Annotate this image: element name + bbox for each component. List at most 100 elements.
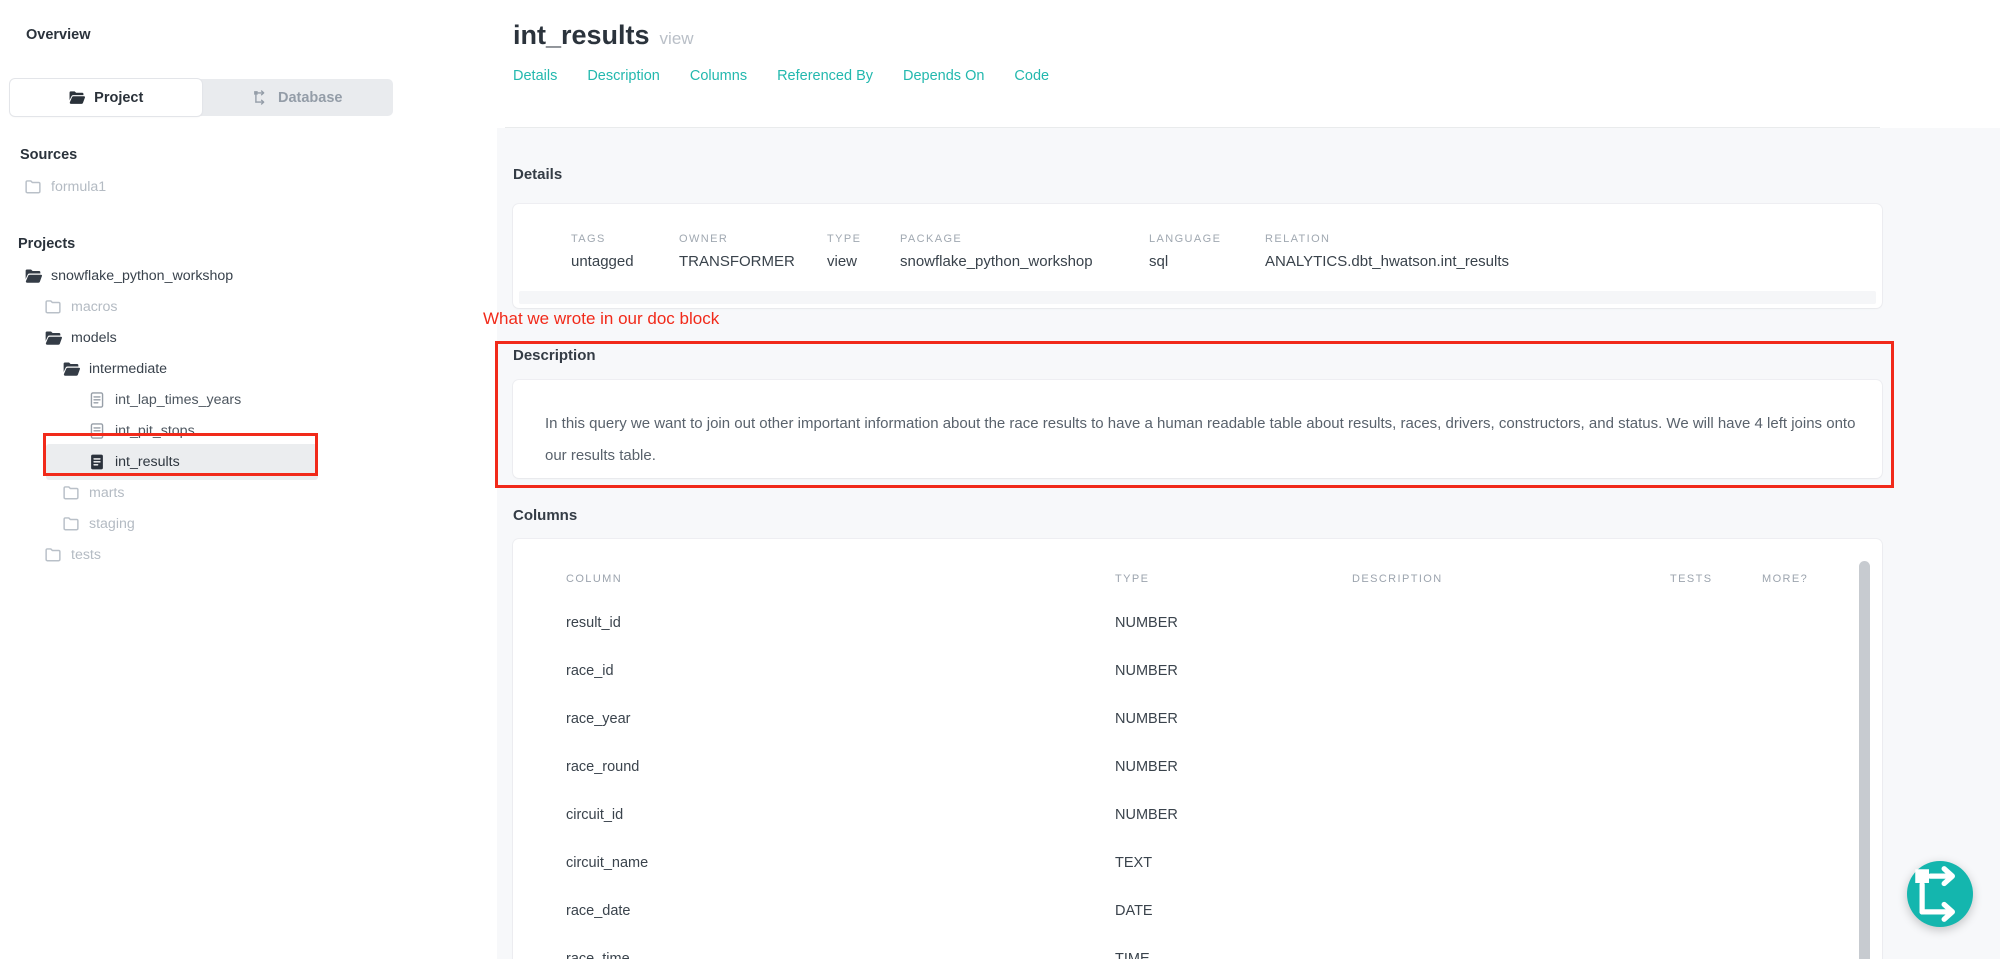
folder-icon [44,546,62,564]
columns-table-row-race-time[interactable]: race_time TIME [513,935,1882,959]
cell-column-name: circuit_id [566,807,1115,823]
columns-table-body: result_id NUMBER race_id NUMBER race_yea… [513,599,1882,959]
description-section-heading: Description [513,347,596,364]
cell-column-name: race_round [566,759,1115,775]
tree-item-label: formula1 [51,179,106,195]
columns-table-header-cell: TESTS [1670,573,1762,585]
columns-table-row-circuit-name[interactable]: circuit_name TEXT [513,839,1882,887]
folder-icon [62,515,80,533]
detail-field-value: TRANSFORMER [679,253,827,270]
lineage-icon [252,89,269,106]
folder-open-icon [62,360,80,378]
sidebar-item-tests[interactable]: tests [0,539,497,570]
columns-table-header-cell: DESCRIPTION [1352,573,1670,585]
tree-item-label: int_results [115,454,180,470]
cell-type: NUMBER [1115,711,1352,727]
detail-field-value: untagged [571,253,679,270]
description-text: In this query we want to join out other … [513,380,1882,472]
detail-field-label: OWNER [679,233,827,245]
project-tree: snowflake_python_workshop macros models … [0,260,497,570]
main-content: int_results view Details Description Colum… [497,0,2000,959]
tab-referenced-by[interactable]: Referenced By [777,68,873,84]
tab-details[interactable]: Details [513,68,557,84]
main-header: int_results view Details Description Colum… [497,0,2000,128]
detail-field-value: ANALYTICS.dbt_hwatson.int_results [1265,253,1509,270]
cell-column-name: race_id [566,663,1115,679]
columns-table-header-cell: TYPE [1115,573,1352,585]
title-row: int_results view [513,20,2000,51]
cell-type: NUMBER [1115,615,1352,631]
sidebar-item-snowflake-python-workshop[interactable]: snowflake_python_workshop [0,260,497,291]
details-section-heading: Details [513,166,562,183]
cell-type: NUMBER [1115,759,1352,775]
tree-item-label: snowflake_python_workshop [51,268,233,284]
cell-column-name: result_id [566,615,1115,631]
folder-icon [62,484,80,502]
columns-card: COLUMNTYPEDESCRIPTIONTESTSMORE? result_i… [513,539,1882,959]
detail-field-owner: OWNER TRANSFORMER [679,233,827,270]
database-toggle-button[interactable]: Database [202,79,394,116]
details-card: TAGS untagged OWNER TRANSFORMER TYPE vie… [513,204,1882,308]
detail-field-label: RELATION [1265,233,1509,245]
sidebar-item-intermediate[interactable]: intermediate [0,353,497,384]
sources-heading: Sources [20,147,497,163]
columns-table-row-race-round[interactable]: race_round NUMBER [513,743,1882,791]
columns-table-row-race-id[interactable]: race_id NUMBER [513,647,1882,695]
sidebar-item-staging[interactable]: staging [0,508,497,539]
detail-field-value: sql [1149,253,1265,270]
source-item-formula1[interactable]: formula1 [0,171,497,202]
columns-table-row-result-id[interactable]: result_id NUMBER [513,599,1882,647]
sidebar-item-int-lap-times-years[interactable]: int_lap_times_years [0,384,497,415]
detail-field-package: PACKAGE snowflake_python_workshop [900,233,1149,270]
page-title: int_results [513,20,650,51]
sidebar-item-marts[interactable]: marts [0,477,497,508]
tab-columns[interactable]: Columns [690,68,747,84]
cell-type: NUMBER [1115,807,1352,823]
folder-open-icon [44,329,62,347]
folder-icon [44,298,62,316]
file-filled-icon [88,453,106,471]
sidebar-item-int-results[interactable]: int_results [46,444,318,480]
project-toggle-label: Project [94,90,143,106]
detail-field-value: view [827,253,900,270]
detail-field-label: LANGUAGE [1149,233,1265,245]
overview-heading: Overview [26,27,497,43]
tree-item-label: int_pit_stops [115,423,195,439]
columns-table-row-race-date[interactable]: race_date DATE [513,887,1882,935]
lineage-graph-button[interactable] [1907,861,1973,927]
materialization-badge: view [660,29,694,49]
tree-item-label: int_lap_times_years [115,392,241,408]
project-toggle-button[interactable]: Project [10,79,202,116]
tree-item-label: intermediate [89,361,167,377]
tab-bar: Details Description Columns Referenced By De… [513,68,2000,84]
cell-type: NUMBER [1115,663,1352,679]
sources-list: formula1 [0,171,497,202]
tab-description[interactable]: Description [587,68,660,84]
detail-field-type: TYPE view [827,233,900,270]
columns-table-row-race-year[interactable]: race_year NUMBER [513,695,1882,743]
folder-open-icon [24,267,42,285]
tab-depends-on[interactable]: Depends On [903,68,984,84]
tab-code[interactable]: Code [1014,68,1049,84]
columns-table-row-circuit-id[interactable]: circuit_id NUMBER [513,791,1882,839]
columns-scrollbar[interactable] [1859,561,1870,959]
cell-column-name: race_date [566,903,1115,919]
sidebar-item-int-pit-stops[interactable]: int_pit_stops [0,415,497,446]
details-fields-row: TAGS untagged OWNER TRANSFORMER TYPE vie… [571,233,1882,270]
columns-section-heading: Columns [513,507,577,524]
detail-field-relation: RELATION ANALYTICS.dbt_hwatson.int_resul… [1265,233,1509,270]
projects-heading: Projects [18,236,497,252]
detail-field-tags: TAGS untagged [571,233,679,270]
columns-table-header-cell: COLUMN [566,573,1115,585]
detail-field-label: TAGS [571,233,679,245]
details-footer-strip [519,291,1876,304]
file-icon [88,422,106,440]
cell-type: DATE [1115,903,1352,919]
sidebar-item-models[interactable]: models [0,322,497,353]
detail-field-language: LANGUAGE sql [1149,233,1265,270]
folder-open-icon [68,89,85,106]
sidebar-item-macros[interactable]: macros [0,291,497,322]
tree-item-label: marts [89,485,124,501]
detail-field-label: PACKAGE [900,233,1149,245]
file-icon [88,391,106,409]
